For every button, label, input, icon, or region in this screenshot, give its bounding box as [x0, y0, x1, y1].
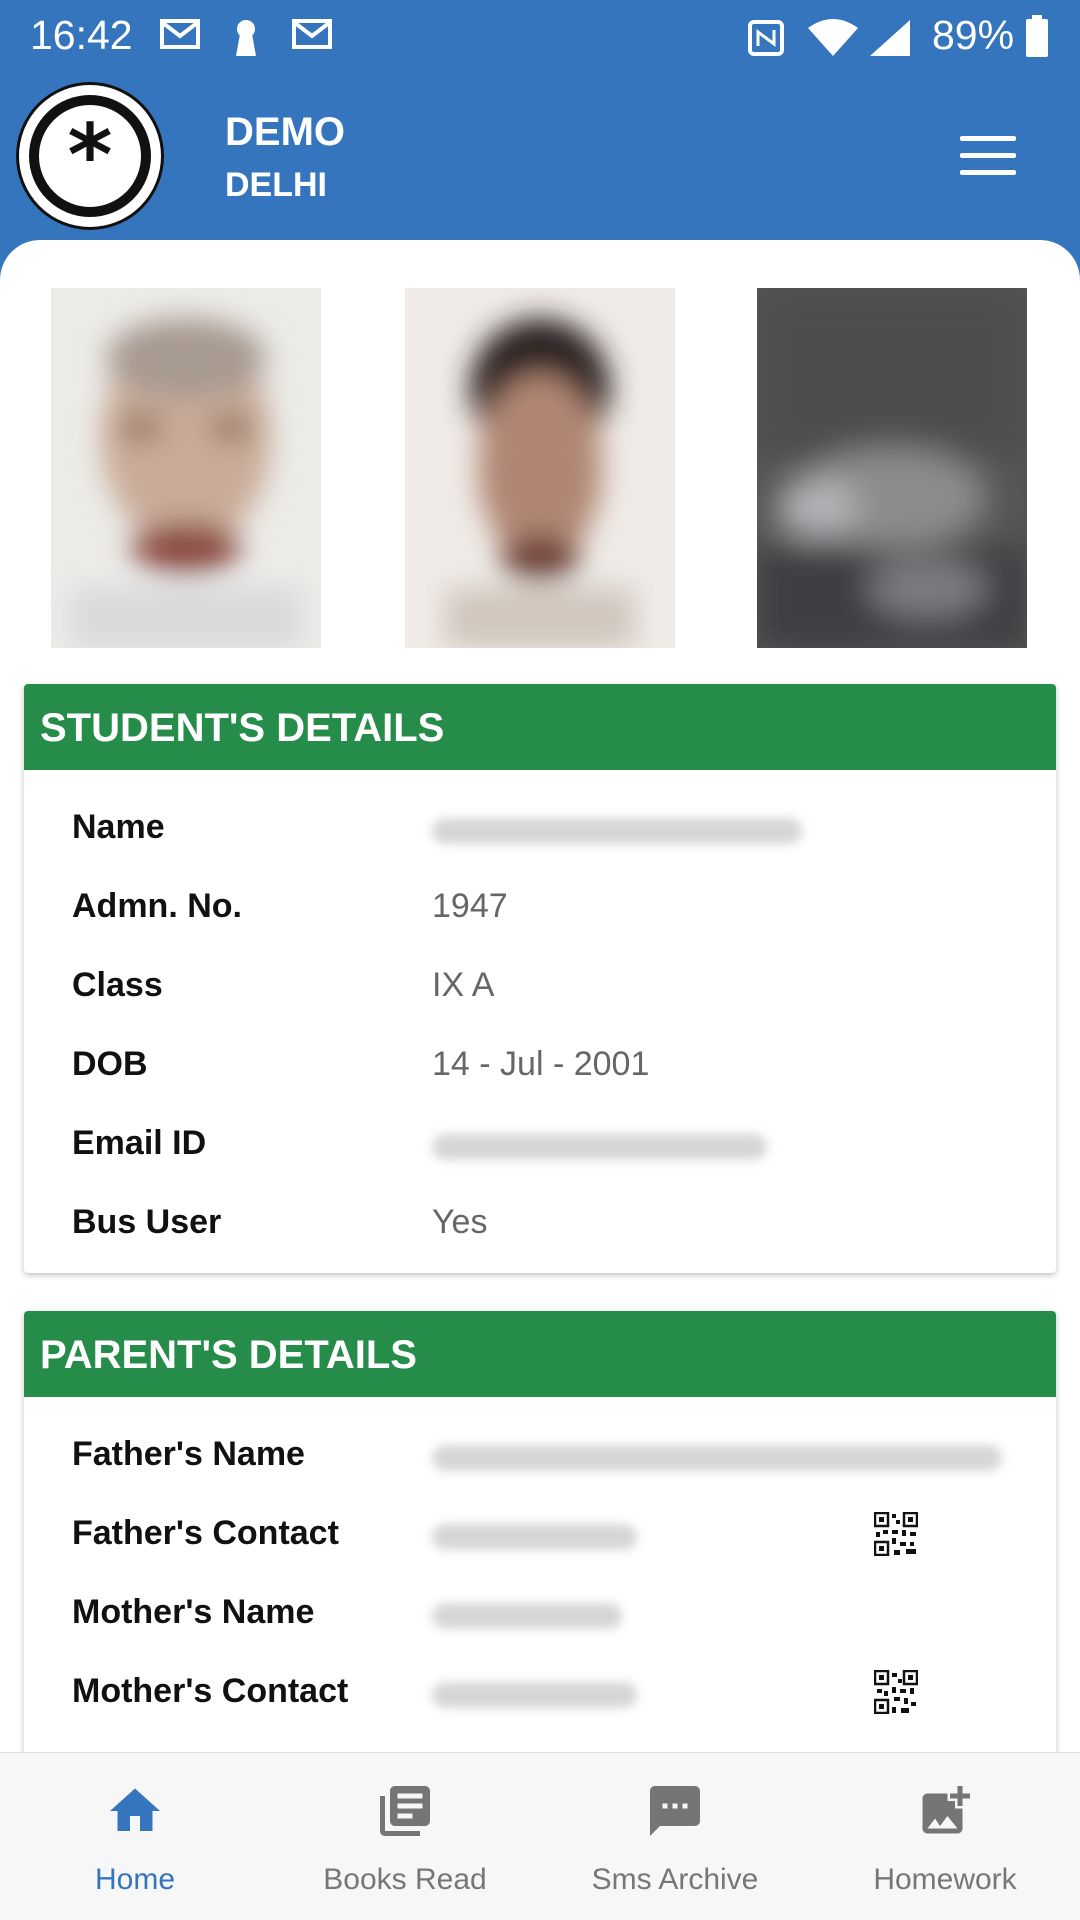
- detail-row-name: Name: [24, 788, 1056, 867]
- org-name: DEMO: [225, 110, 345, 154]
- battery-icon: [1026, 15, 1048, 57]
- cell-signal-icon: [870, 20, 910, 56]
- mother-photo[interactable]: [405, 288, 675, 648]
- wifi-icon: [808, 19, 858, 56]
- student-photo[interactable]: [757, 288, 1027, 648]
- detail-value: IX A: [432, 966, 495, 1004]
- mothers-qr-code-icon[interactable]: [874, 1670, 918, 1714]
- detail-label: Class: [72, 966, 163, 1004]
- battery-percentage: 89%: [932, 12, 1015, 58]
- chat-bubble-icon: [650, 1786, 700, 1836]
- nav-label: Sms Archive: [591, 1863, 759, 1896]
- students-details-title: STUDENT'S DETAILS: [24, 684, 1056, 770]
- nav-homework[interactable]: Homework: [810, 1753, 1080, 1920]
- detail-label: Admn. No.: [72, 887, 242, 925]
- detail-label: Father's Name: [72, 1435, 305, 1473]
- detail-label: Bus User: [72, 1203, 222, 1241]
- parents-details-card: PARENT'S DETAILS Father's Name Father's …: [24, 1311, 1056, 1761]
- detail-label: Email ID: [72, 1124, 207, 1162]
- detail-row-email: Email ID: [24, 1104, 1056, 1183]
- detail-value: 14 - Jul - 2001: [432, 1045, 650, 1083]
- hamburger-menu-icon: [960, 136, 1016, 141]
- students-details-card: STUDENT'S DETAILS Name Admn. No. 1947 Cl…: [24, 684, 1056, 1273]
- svg-text:*: *: [68, 106, 113, 206]
- image-upload-icon: [922, 1786, 970, 1834]
- detail-row-fathers-contact: Father's Contact: [24, 1494, 1056, 1573]
- redacted-fathers-contact: [432, 1524, 637, 1550]
- nav-label: Books Read: [323, 1863, 487, 1896]
- keyhole-notification-icon: [236, 20, 256, 56]
- home-icon: [110, 1788, 160, 1831]
- detail-row-mothers-contact: Mother's Contact: [24, 1652, 1056, 1731]
- detail-row-admn-no: Admn. No. 1947: [24, 867, 1056, 946]
- detail-row-class: Class IX A: [24, 946, 1056, 1025]
- status-bar: 16:42 89%: [0, 0, 1080, 76]
- redacted-mothers-contact: [432, 1682, 637, 1708]
- detail-label: Mother's Name: [72, 1593, 315, 1631]
- nav-home[interactable]: Home: [0, 1753, 270, 1920]
- detail-row-mothers-name: Mother's Name: [24, 1573, 1056, 1652]
- menu-button[interactable]: [960, 136, 1020, 176]
- redacted-fathers-name: [432, 1445, 1002, 1471]
- gmail-notification-icon-2: [292, 19, 332, 49]
- bottom-navigation: Home Books Read Sms Archive Homework: [0, 1752, 1080, 1920]
- org-city: DELHI: [225, 166, 327, 204]
- nav-sms-archive[interactable]: Sms Archive: [540, 1753, 810, 1920]
- detail-label: Name: [72, 808, 165, 846]
- detail-row-dob: DOB 14 - Jul - 2001: [24, 1025, 1056, 1104]
- redacted-mothers-name: [432, 1603, 622, 1629]
- detail-value: Yes: [432, 1203, 488, 1241]
- detail-label: Mother's Contact: [72, 1672, 349, 1710]
- app-header: * DEMO DELHI: [0, 76, 1080, 240]
- detail-row-fathers-name: Father's Name: [24, 1415, 1056, 1494]
- library-books-icon: [380, 1786, 430, 1836]
- detail-row-bus-user: Bus User Yes: [24, 1183, 1056, 1262]
- fathers-qr-code-icon[interactable]: [874, 1512, 918, 1556]
- parents-details-title: PARENT'S DETAILS: [24, 1311, 1056, 1397]
- status-time: 16:42: [30, 12, 133, 58]
- content-sheet: STUDENT'S DETAILS Name Admn. No. 1947 Cl…: [0, 240, 1080, 1920]
- detail-label: Father's Contact: [72, 1514, 339, 1552]
- family-photos: [0, 288, 1080, 648]
- nav-label: Home: [94, 1863, 176, 1896]
- nav-label: Homework: [873, 1863, 1017, 1896]
- nfc-icon: [748, 20, 784, 56]
- asterisk-logo-icon: *: [29, 95, 151, 217]
- school-logo: *: [16, 82, 164, 230]
- nav-books-read[interactable]: Books Read: [270, 1753, 540, 1920]
- redacted-email: [432, 1134, 767, 1160]
- detail-value: 1947: [432, 887, 508, 925]
- redacted-student-name: [432, 818, 802, 844]
- gmail-notification-icon: [160, 19, 200, 49]
- detail-label: DOB: [72, 1045, 148, 1083]
- father-photo[interactable]: [51, 288, 321, 648]
